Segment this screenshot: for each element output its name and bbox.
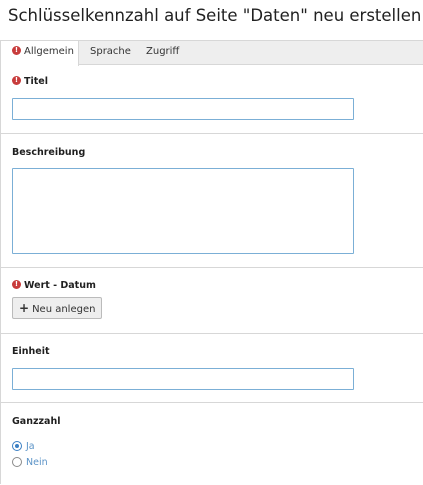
einheit-input[interactable] (12, 368, 354, 390)
section-einheit: Einheit (1, 334, 423, 403)
wert-datum-label-text: Wert - Datum (24, 280, 96, 291)
tab-sprache[interactable]: Sprache (79, 41, 135, 65)
beschreibung-textarea[interactable] (12, 168, 354, 254)
titel-input[interactable] (12, 98, 354, 120)
exclamation-circle-icon: ! (12, 280, 21, 289)
titel-label-text: Titel (24, 76, 48, 87)
radio-checked-icon[interactable] (12, 440, 22, 451)
radio-ja[interactable]: Ja (12, 440, 35, 455)
beschreibung-label: Beschreibung (12, 147, 86, 158)
section-titel: ! Titel (1, 65, 423, 134)
tab-zugriff[interactable]: Zugriff (135, 41, 195, 65)
section-wert-datum: ! Wert - Datum + Neu anlegen (1, 268, 423, 334)
ganzzahl-label: Ganzzahl (12, 416, 61, 427)
exclamation-circle-icon: ! (12, 76, 21, 85)
exclamation-circle-icon: ! (12, 45, 21, 55)
form-panel: ! Allgemein Sprache Zugriff ! Titel Beschr… (0, 40, 423, 484)
section-ganzzahl: Ganzzahl Ja Nein (1, 403, 423, 485)
wert-datum-label: ! Wert - Datum (12, 280, 96, 291)
tab-label: Sprache (90, 46, 131, 57)
neu-anlegen-button[interactable]: + Neu anlegen (12, 297, 103, 319)
radio-unchecked-icon[interactable] (12, 456, 22, 467)
einheit-label: Einheit (12, 346, 50, 357)
plus-icon: + (19, 301, 30, 315)
tab-bar: ! Allgemein Sprache Zugriff (1, 41, 423, 66)
tab-label: Zugriff (146, 46, 180, 57)
neu-anlegen-label: Neu anlegen (32, 304, 96, 315)
page-title: Schlüsselkennzahl auf Seite "Daten" neu … (8, 6, 422, 25)
radio-nein[interactable]: Nein (12, 456, 48, 471)
radio-nein-label: Nein (26, 457, 48, 468)
section-beschreibung: Beschreibung (1, 134, 423, 268)
tab-label: Allgemein (24, 46, 74, 57)
radio-ja-label: Ja (26, 441, 35, 452)
titel-label: ! Titel (12, 76, 48, 87)
tab-allgemein[interactable]: ! Allgemein (1, 41, 79, 66)
